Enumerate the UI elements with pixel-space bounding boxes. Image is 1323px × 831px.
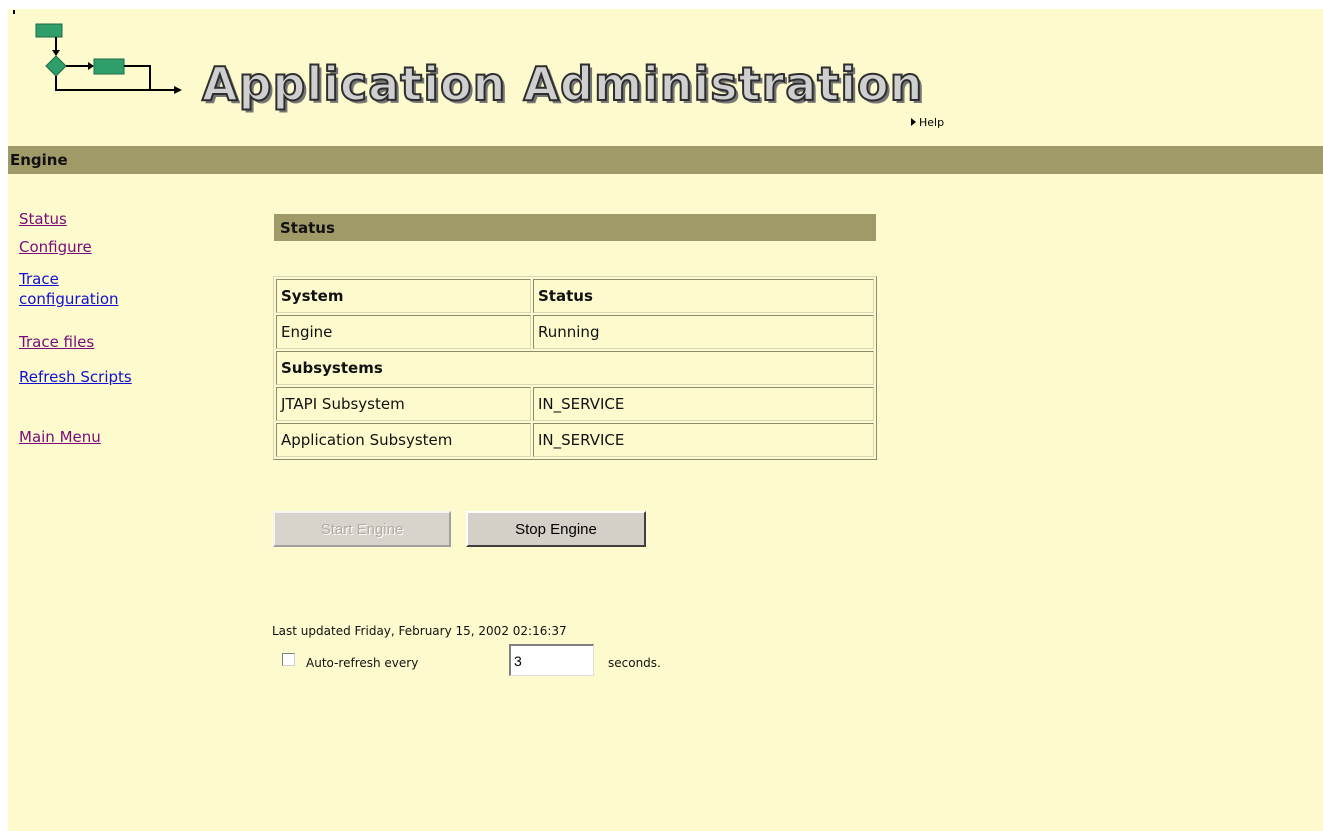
- nav-link-trace-files[interactable]: Trace files: [19, 332, 94, 352]
- triangle-right-icon: [911, 118, 916, 126]
- nav-link-refresh-scripts[interactable]: Refresh Scripts: [19, 367, 132, 387]
- app-title: Application Administration: [201, 57, 924, 111]
- system-cell: Engine: [276, 315, 531, 349]
- start-engine-label: Start Engine: [320, 520, 404, 538]
- help-label: Help: [919, 116, 945, 129]
- status-cell: IN_SERVICE: [533, 387, 874, 421]
- table-row: JTAPI Subsystem IN_SERVICE: [276, 387, 874, 421]
- seconds-label: seconds.: [608, 656, 661, 670]
- page-background: Application Administration Help Engine S…: [8, 9, 1323, 831]
- auto-refresh-checkbox[interactable]: [282, 653, 295, 666]
- status-panel-title: Status: [280, 219, 335, 237]
- nav-link-trace-configuration[interactable]: Trace configuration: [19, 269, 119, 309]
- stop-engine-button[interactable]: Stop Engine: [466, 511, 646, 547]
- subsystems-heading-row: Subsystems: [276, 351, 874, 385]
- auto-refresh-seconds-input[interactable]: [509, 644, 594, 676]
- system-cell: JTAPI Subsystem: [276, 387, 531, 421]
- status-cell: IN_SERVICE: [533, 423, 874, 457]
- help-link[interactable]: Help: [911, 116, 944, 129]
- status-panel-header: Status: [274, 214, 876, 241]
- status-table: System Status Engine Running Subsystems …: [273, 276, 877, 460]
- system-cell: Application Subsystem: [276, 423, 531, 457]
- table-row: Application Subsystem IN_SERVICE: [276, 423, 874, 457]
- nav-link-trace-configuration-line1: Trace: [19, 270, 59, 288]
- header-system: System: [276, 279, 531, 313]
- section-title: Engine: [10, 151, 68, 169]
- header-status: Status: [533, 279, 874, 313]
- corner-mark: [13, 10, 15, 14]
- auto-refresh-label: Auto-refresh every: [306, 656, 419, 670]
- status-cell: Running: [533, 315, 874, 349]
- workflow-logo-icon: [35, 23, 182, 94]
- nav-link-main-menu[interactable]: Main Menu: [19, 427, 101, 447]
- section-bar: Engine: [8, 146, 1323, 174]
- start-engine-button[interactable]: Start Engine: [273, 511, 451, 547]
- table-header-row: System Status: [276, 279, 874, 313]
- subsystems-heading: Subsystems: [276, 351, 874, 385]
- table-row: Engine Running: [276, 315, 874, 349]
- nav-link-trace-configuration-line2: configuration: [19, 290, 119, 308]
- last-updated-text: Last updated Friday, February 15, 2002 0…: [272, 624, 567, 638]
- nav-link-configure[interactable]: Configure: [19, 237, 92, 257]
- nav-link-status[interactable]: Status: [19, 209, 67, 229]
